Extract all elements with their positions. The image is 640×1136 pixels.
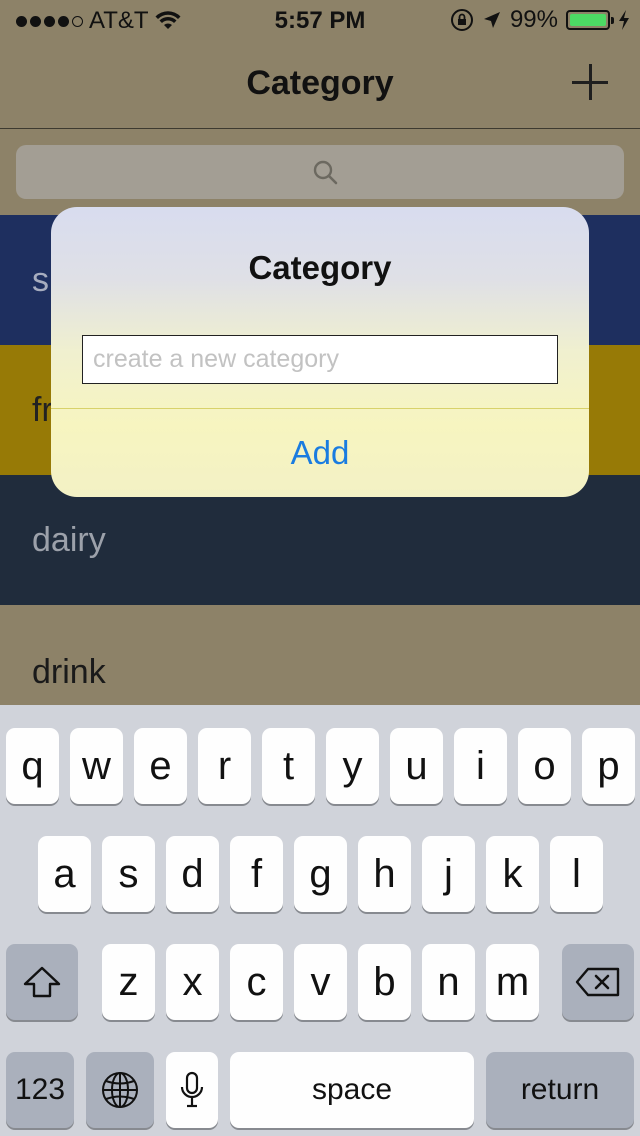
delete-icon [575,967,620,997]
battery-percent: 99% [509,6,558,33]
category-label: s [32,261,49,299]
alert-title: Category [248,249,392,286]
key-f[interactable]: f [230,836,283,912]
navigation-bar: Category [0,40,640,129]
status-bar: AT&T 5:57 PM 99% [0,0,640,40]
shift-key[interactable] [6,944,78,1020]
key-j[interactable]: j [422,836,475,912]
key-v[interactable]: v [294,944,347,1020]
delete-key[interactable] [562,944,634,1020]
key-w[interactable]: w [70,728,123,804]
new-category-input[interactable] [82,335,558,384]
microphone-icon [180,1071,204,1108]
key-p[interactable]: p [582,728,635,804]
category-label: drink [32,653,106,691]
key-y[interactable]: y [326,728,379,804]
key-a[interactable]: a [38,836,91,912]
globe-icon [102,1072,138,1108]
search-container [0,129,640,215]
add-button[interactable]: Add [51,409,589,497]
key-q[interactable]: q [6,728,59,804]
key-t[interactable]: t [262,728,315,804]
shift-icon [23,966,61,998]
key-m[interactable]: m [486,944,539,1020]
search-input[interactable] [16,145,624,199]
category-label: fr [32,391,53,429]
key-b[interactable]: b [358,944,411,1020]
charging-bolt-icon [619,10,629,30]
key-k[interactable]: k [486,836,539,912]
keyboard: q w e r t y u i o p a s d f g h j k l z … [0,705,640,1136]
dictation-key[interactable] [166,1052,218,1128]
location-arrow-icon [483,12,500,28]
numbers-key[interactable]: 123 [6,1052,74,1128]
key-e[interactable]: e [134,728,187,804]
key-o[interactable]: o [518,728,571,804]
key-z[interactable]: z [102,944,155,1020]
key-g[interactable]: g [294,836,347,912]
status-right: 99% [450,6,630,34]
category-label: dairy [32,521,106,559]
search-icon [313,160,338,185]
key-c[interactable]: c [230,944,283,1020]
battery-icon [566,10,614,30]
key-l[interactable]: l [550,836,603,912]
key-s[interactable]: s [102,836,155,912]
plus-icon[interactable] [570,62,610,102]
orientation-lock-icon [450,9,473,31]
key-x[interactable]: x [166,944,219,1020]
key-i[interactable]: i [454,728,507,804]
battery-level [570,14,606,26]
new-category-alert: Category Add [51,207,589,497]
page-title: Category [246,64,394,102]
globe-key[interactable] [86,1052,154,1128]
key-d[interactable]: d [166,836,219,912]
key-n[interactable]: n [422,944,475,1020]
key-r[interactable]: r [198,728,251,804]
space-key[interactable]: space [230,1052,474,1128]
key-u[interactable]: u [390,728,443,804]
return-key[interactable]: return [486,1052,634,1128]
key-h[interactable]: h [358,836,411,912]
